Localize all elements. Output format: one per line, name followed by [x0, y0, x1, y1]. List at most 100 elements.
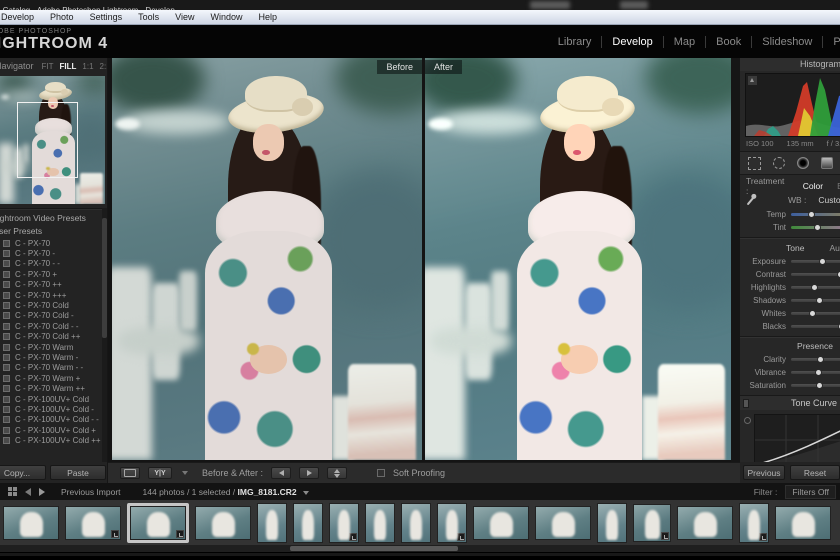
zoom-option-fill[interactable]: FILL — [60, 62, 77, 71]
loupe-view-icon[interactable] — [120, 467, 140, 479]
paste-settings-button[interactable]: Paste — [50, 465, 106, 480]
filmstrip-scrollbar-thumb[interactable] — [290, 546, 458, 551]
module-book[interactable]: Book — [706, 36, 751, 48]
slider-track-clarity[interactable] — [791, 355, 840, 363]
module-print[interactable]: Print — [823, 36, 840, 48]
panel-toggle-icon[interactable] — [743, 398, 749, 408]
filmstrip-scrollbar[interactable] — [0, 545, 840, 552]
filmstrip-thumbnail[interactable] — [293, 502, 323, 543]
preset-item[interactable]: C - PX-100UV+ Cold ++ — [0, 435, 107, 445]
slider-knob-exposure[interactable] — [818, 257, 826, 265]
slider-track-tint[interactable] — [791, 223, 840, 231]
filmstrip-thumbnail[interactable] — [329, 502, 359, 543]
presets-scrollbar-thumb[interactable] — [102, 218, 107, 338]
menu-item-settings[interactable]: Settings — [82, 12, 131, 22]
copy-settings-button[interactable]: Copy... — [0, 465, 46, 480]
slider-knob-temp[interactable] — [808, 210, 816, 218]
after-pane[interactable]: After — [425, 58, 731, 460]
preset-item[interactable]: C - PX-70 Cold — [0, 300, 107, 310]
menu-item-help[interactable]: Help — [250, 12, 285, 22]
filmstrip-thumbnail[interactable] — [597, 502, 627, 543]
tone-curve-header[interactable]: Tone Curve — [740, 395, 840, 410]
histogram-graph[interactable] — [745, 73, 840, 137]
preset-item[interactable]: C - PX-70 Warm - — [0, 352, 107, 362]
slider-knob-vibrance[interactable] — [814, 368, 822, 376]
preset-item[interactable]: C - PX-70 +++ — [0, 290, 107, 300]
slider-track-blacks[interactable] — [791, 322, 840, 330]
preset-item[interactable]: C - PX-70 Cold - — [0, 311, 107, 321]
filmstrip-thumbnail[interactable] — [633, 503, 671, 542]
grid-view-icon[interactable] — [8, 487, 17, 496]
before-after-view-icon[interactable]: Y|Y — [148, 467, 172, 479]
slider-track-whites[interactable] — [791, 309, 840, 317]
slider-track-shadows[interactable] — [791, 296, 840, 304]
slider-knob-tint[interactable] — [813, 223, 821, 231]
preset-item[interactable]: C - PX-100UV+ Cold — [0, 394, 107, 404]
preset-item[interactable]: C - PX-70 - — [0, 248, 107, 258]
preset-item[interactable]: C - PX-70 Warm + — [0, 373, 107, 383]
filmstrip-thumbnail[interactable] — [401, 502, 431, 543]
preset-folder-lightroom-video-presets[interactable]: Lightroom Video Presets — [0, 212, 107, 225]
zoom-option-2-1[interactable]: 2:1 — [100, 62, 107, 71]
swap-before-after-icon[interactable] — [327, 467, 348, 479]
previous-button[interactable]: Previous — [743, 465, 785, 480]
preset-item[interactable]: C - PX-70 — [0, 238, 107, 248]
filmstrip-thumbnail[interactable] — [365, 502, 395, 543]
wb-eyedropper-icon[interactable] — [746, 195, 756, 205]
preset-item[interactable]: C - PX-70 Cold ++ — [0, 332, 107, 342]
zoom-option-fit[interactable]: FIT — [42, 62, 54, 71]
slider-track-vibrance[interactable] — [791, 368, 840, 376]
wb-value-dropdown[interactable]: Custom — [818, 195, 840, 205]
filmstrip-thumbnail[interactable] — [775, 505, 831, 540]
preset-item[interactable]: C - PX-70 + — [0, 269, 107, 279]
module-library[interactable]: Library — [548, 36, 602, 48]
copy-after-to-before-icon[interactable] — [299, 467, 320, 479]
slider-track-contrast[interactable] — [791, 270, 840, 278]
go-forward-icon[interactable] — [39, 487, 45, 496]
reset-button[interactable]: Reset — [790, 465, 840, 480]
before-pane[interactable]: Before — [112, 58, 422, 460]
slider-track-exposure[interactable] — [791, 257, 840, 265]
preset-item[interactable]: C - PX-70 ++ — [0, 280, 107, 290]
navigator-preview[interactable] — [0, 76, 105, 204]
filmstrip-thumbnail[interactable] — [739, 502, 769, 543]
targeted-adjustment-icon[interactable] — [744, 417, 751, 424]
spot-removal-icon[interactable] — [773, 157, 785, 169]
slider-knob-highlights[interactable] — [810, 283, 818, 291]
preset-folder-user-presets[interactable]: User Presets — [0, 225, 107, 238]
preset-item[interactable]: C - PX-70 Warm — [0, 342, 107, 352]
preset-item[interactable]: C - PX-70 - - — [0, 259, 107, 269]
preset-item[interactable]: C - PX-70 Warm - - — [0, 363, 107, 373]
preset-item[interactable]: C - PX-100UV+ Cold - - — [0, 415, 107, 425]
preset-item[interactable]: C - PX-100UV+ Cold - — [0, 404, 107, 414]
menu-item-window[interactable]: Window — [202, 12, 250, 22]
slider-knob-saturation[interactable] — [815, 381, 823, 389]
menu-item-tools[interactable]: Tools — [130, 12, 167, 22]
copy-before-to-after-icon[interactable] — [271, 467, 292, 479]
presets-scrollbar[interactable] — [102, 208, 107, 462]
module-develop[interactable]: Develop — [602, 36, 662, 48]
filmstrip-thumbnail[interactable] — [473, 505, 529, 540]
module-map[interactable]: Map — [664, 36, 705, 48]
soft-proofing-checkbox[interactable] — [377, 469, 386, 477]
filmstrip-thumbnail[interactable] — [3, 505, 59, 540]
shadow-clipping-indicator-icon[interactable] — [748, 76, 757, 85]
slider-knob-clarity[interactable] — [816, 355, 824, 363]
filmstrip-thumbnail[interactable] — [195, 505, 251, 540]
red-eye-correction-icon[interactable] — [797, 157, 809, 169]
zoom-option-1-1[interactable]: 1:1 — [82, 62, 93, 71]
slider-knob-whites[interactable] — [809, 309, 817, 317]
filmstrip-source[interactable]: Previous Import — [61, 487, 121, 497]
filmstrip-status[interactable]: 144 photos / 1 selected / IMG_8181.CR2 — [143, 487, 309, 497]
go-back-icon[interactable] — [25, 487, 31, 496]
treatment-color-option[interactable]: Color — [803, 181, 823, 191]
slider-knob-shadows[interactable] — [815, 296, 823, 304]
filmstrip-thumbnail[interactable] — [677, 505, 733, 540]
navigator-view-rectangle[interactable] — [16, 101, 78, 179]
menu-item-photo[interactable]: Photo — [42, 12, 82, 22]
chevron-down-icon[interactable] — [182, 471, 188, 475]
preset-item[interactable]: C - PX-70 Cold - - — [0, 321, 107, 331]
module-slideshow[interactable]: Slideshow — [752, 36, 822, 48]
filmstrip-thumbnail-selected[interactable] — [127, 502, 189, 543]
filmstrip-thumbnail[interactable] — [535, 505, 591, 540]
